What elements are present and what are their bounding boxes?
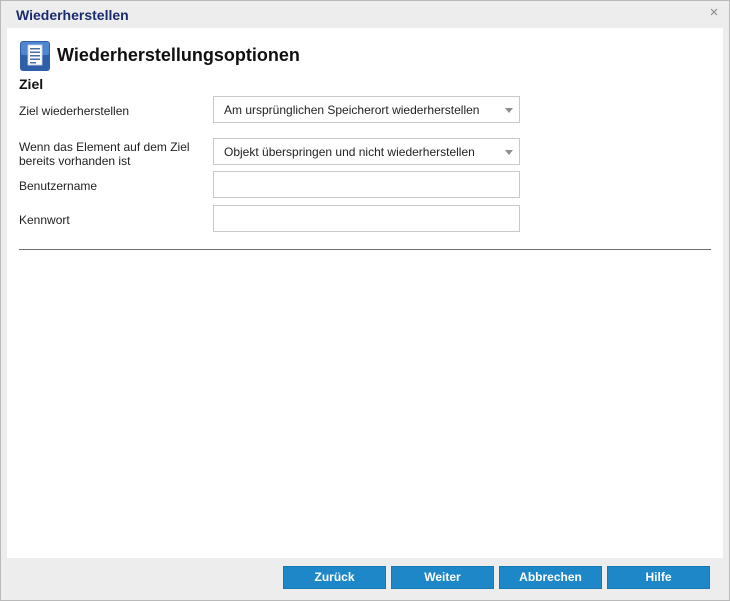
username-input[interactable] xyxy=(213,171,520,198)
back-button[interactable]: Zurück xyxy=(283,566,386,589)
chevron-down-icon xyxy=(505,150,513,155)
password-input[interactable] xyxy=(213,205,520,232)
restore-target-value: Am ursprünglichen Speicherort wiederhers… xyxy=(224,103,480,117)
content-panel: Wiederherstellungsoptionen Ziel Ziel wie… xyxy=(7,28,723,558)
divider xyxy=(19,249,711,250)
restore-target-select[interactable]: Am ursprünglichen Speicherort wiederhers… xyxy=(213,96,520,123)
restore-dialog: Wiederherstellen × Wiederherstellungsopt… xyxy=(0,0,730,601)
if-exists-value: Objekt überspringen und nicht wiederhers… xyxy=(224,145,475,159)
next-button[interactable]: Weiter xyxy=(391,566,494,589)
chevron-down-icon xyxy=(505,108,513,113)
restore-target-label: Ziel wiederherstellen xyxy=(19,104,130,118)
title-bar: Wiederherstellen × xyxy=(1,1,729,28)
document-list-icon xyxy=(20,41,50,71)
close-icon[interactable]: × xyxy=(707,5,721,20)
if-exists-label-line2: bereits vorhanden ist xyxy=(19,154,131,168)
username-label: Benutzername xyxy=(19,179,98,193)
page-title: Wiederherstellungsoptionen xyxy=(57,45,300,65)
if-exists-label: Wenn das Element auf dem Ziel bereits vo… xyxy=(19,140,190,168)
password-label: Kennwort xyxy=(19,213,70,227)
section-title-target: Ziel xyxy=(19,76,44,92)
if-exists-select[interactable]: Objekt überspringen und nicht wiederhers… xyxy=(213,138,520,165)
dialog-title: Wiederherstellen xyxy=(16,7,129,23)
help-button[interactable]: Hilfe xyxy=(607,566,710,589)
cancel-button[interactable]: Abbrechen xyxy=(499,566,602,589)
if-exists-label-line1: Wenn das Element auf dem Ziel xyxy=(19,140,190,154)
